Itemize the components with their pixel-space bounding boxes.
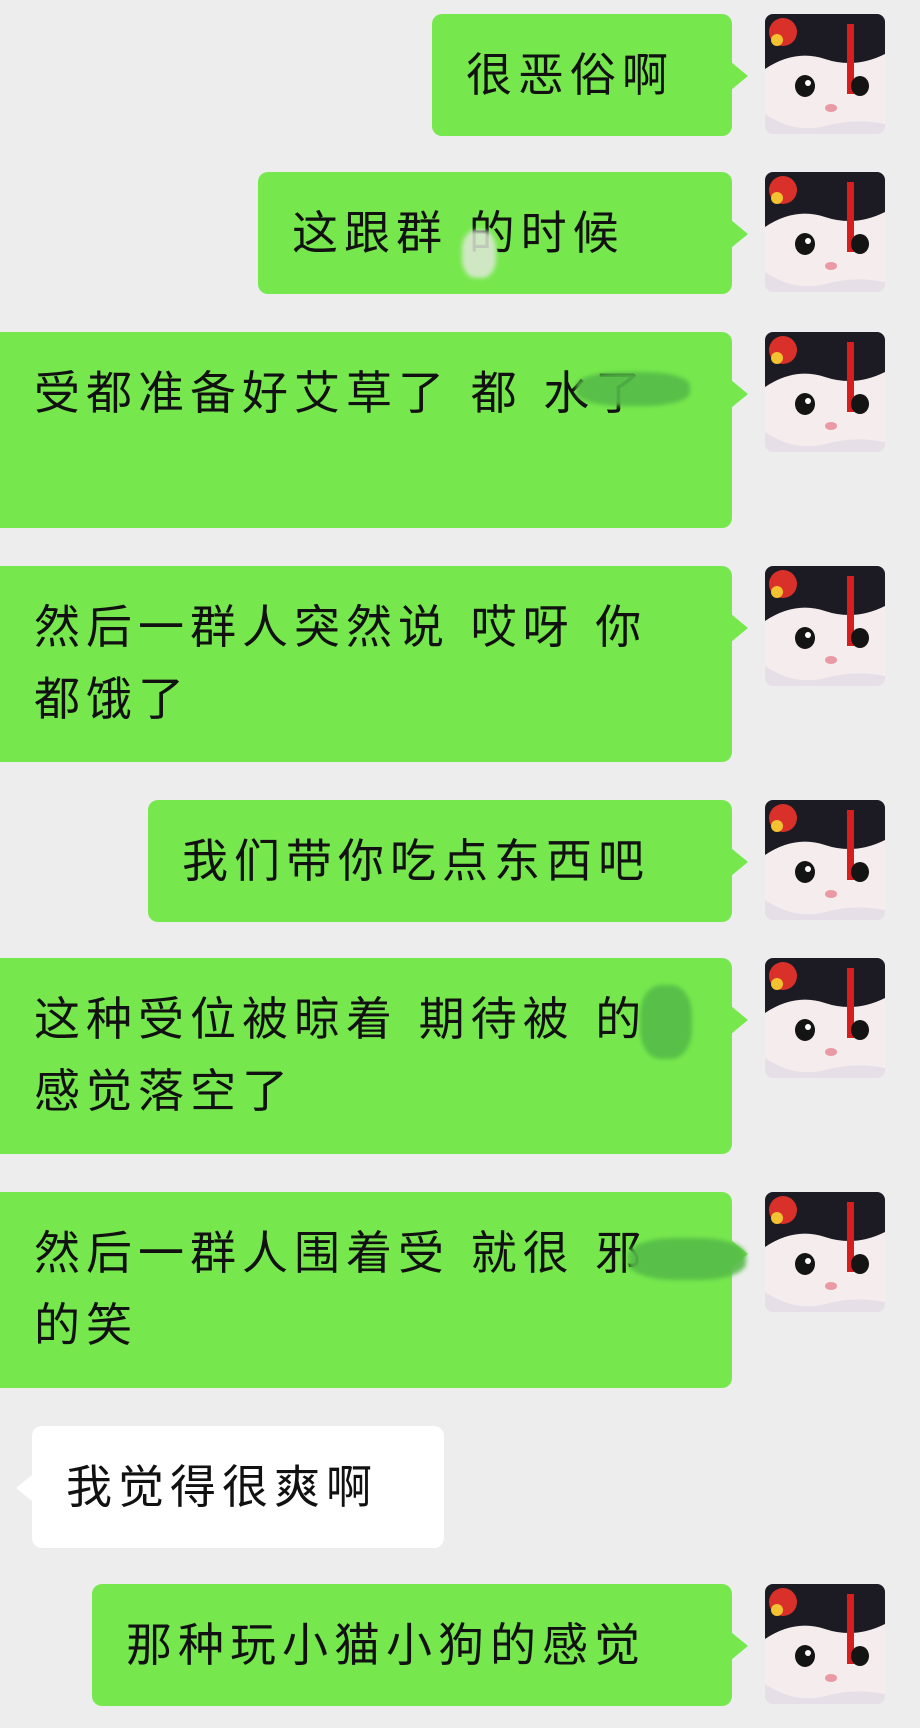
message-bubble[interactable]: 很恶俗啊 <box>432 14 748 136</box>
cat-avatar-icon <box>765 1584 885 1704</box>
message-bubble[interactable]: 那种玩小猫小狗的感觉 <box>92 1584 748 1706</box>
cat-avatar-icon <box>765 566 885 686</box>
cat-avatar-icon <box>765 958 885 1078</box>
redaction-smudge <box>462 230 496 278</box>
message-bubble[interactable]: 这种受位被晾着 期待被 的感觉落空了 <box>0 958 748 1154</box>
message-bubble[interactable]: 受都准备好艾草了 都 水了 <box>0 332 748 528</box>
message-bubble-other[interactable]: 我觉得很爽啊 <box>16 1426 444 1548</box>
user-avatar[interactable] <box>765 800 885 920</box>
redaction-smudge <box>628 1238 746 1280</box>
message-bubble[interactable]: 然后一群人突然说 哎呀 你都饿了 <box>0 566 748 762</box>
user-avatar[interactable] <box>765 1192 885 1312</box>
user-avatar[interactable] <box>765 566 885 686</box>
message-bubble[interactable]: 我们带你吃点东西吧 <box>148 800 748 922</box>
cat-avatar-icon <box>765 1192 885 1312</box>
user-avatar[interactable] <box>765 14 885 134</box>
cat-avatar-icon <box>765 14 885 134</box>
redaction-smudge <box>576 372 690 406</box>
redaction-smudge <box>640 985 692 1059</box>
cat-avatar-icon <box>765 332 885 452</box>
message-bubble[interactable]: 然后一群人围着受 就很 邪的笑 <box>0 1192 748 1388</box>
user-avatar[interactable] <box>765 1584 885 1704</box>
cat-avatar-icon <box>765 800 885 920</box>
cat-avatar-icon <box>765 172 885 292</box>
user-avatar[interactable] <box>765 958 885 1078</box>
message-bubble[interactable]: 这跟群 的时候 <box>258 172 748 294</box>
user-avatar[interactable] <box>765 332 885 452</box>
user-avatar[interactable] <box>765 172 885 292</box>
